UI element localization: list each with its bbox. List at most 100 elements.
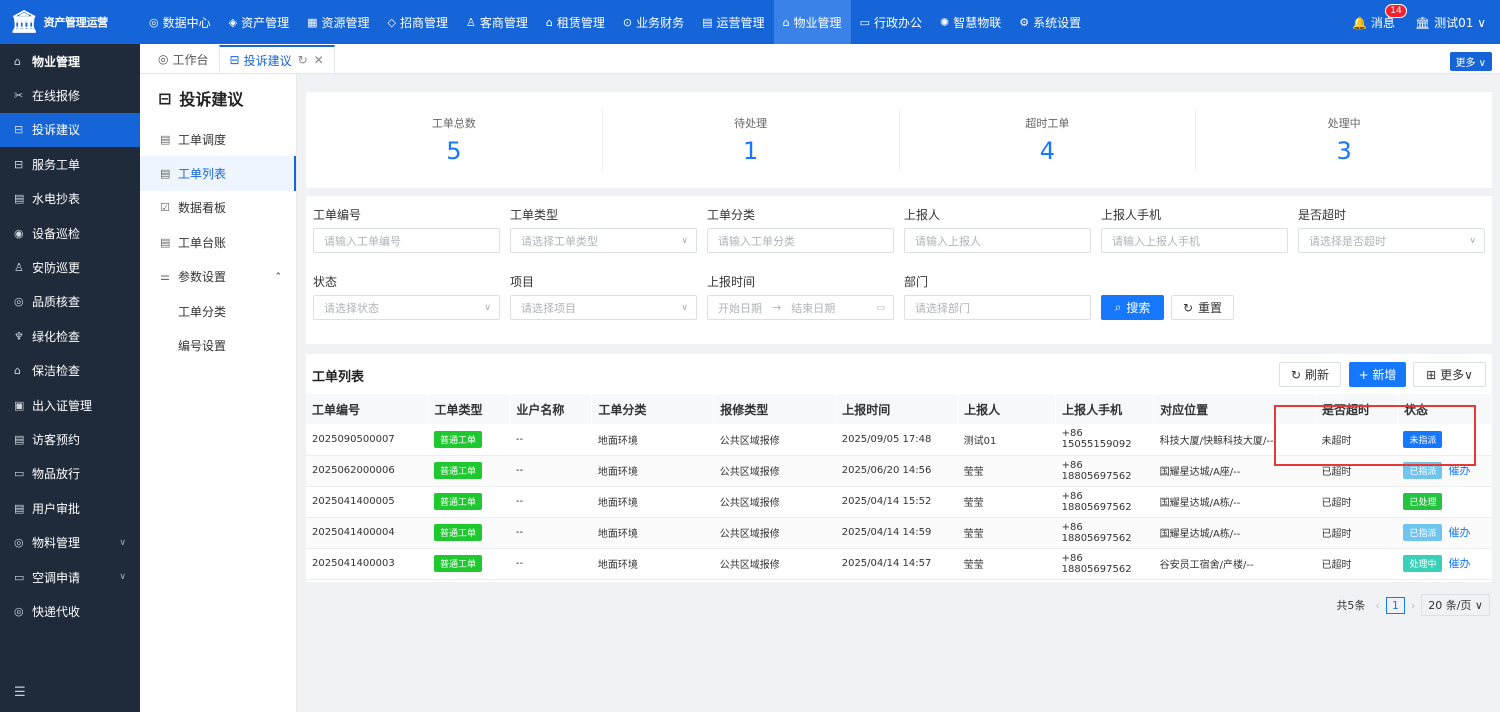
stats-panel: 工单总数 5 待处理 1 超时工单 4 处理中 3 [306,92,1492,188]
sidebar-item-12[interactable]: ▭ 物品放行 [0,457,140,491]
sub-menu-label: 数据看板 [178,201,227,216]
urge-link[interactable]: 催办 [1448,557,1470,570]
column-header: 工单分类 [591,394,715,424]
sidebar-item-5[interactable]: ◉ 设备巡检 [0,216,140,250]
sidebar-item-1[interactable]: ✂ 在线报修 [0,78,140,112]
sidebar-item-14[interactable]: ◎ 物料管理 ∨ [0,525,140,559]
cell-no: 2025090500007 [306,424,428,456]
topnav-item-10[interactable]: ✺ 智慧物联 [931,0,1010,44]
refresh-tab-icon[interactable]: ↻ [298,53,308,67]
sidebar-item-15[interactable]: ▭ 空调申请 ∨ [0,560,140,594]
tab-bar: ◎ 工作台 ⊟ 投诉建议 ↻ ✕ 更多 ∨ [140,44,1500,74]
list-title: 工单列表 [312,370,365,385]
cell-type: 普通工单 [427,517,510,549]
collapse-menu-icon[interactable]: ☰ [14,685,26,700]
cell-owner: -- [509,548,592,580]
sub-menu-label: 参数设置 [178,270,227,285]
topnav-item-11[interactable]: ⚙ 系统设置 [1010,0,1090,44]
stat-card: 超时工单 4 [900,110,1197,170]
type-tag: 普通工单 [433,462,482,479]
topnav-item-7[interactable]: ▤ 运营管理 [693,0,773,44]
order-type-placeholder: 请选择工单类型 [521,234,598,248]
close-tab-icon[interactable]: ✕ [314,53,324,67]
stat-value: 5 [446,137,462,165]
sidebar-item-2[interactable]: ⊟ 投诉建议 [0,112,140,148]
sidebar-item-label: 物业管理 [32,54,81,69]
search-button[interactable]: ⌕ 搜索 [1101,295,1164,320]
stat-label: 处理中 [1327,117,1361,130]
stat-value: 1 [742,137,759,165]
topnav-item-2[interactable]: ▦ 资源管理 [298,0,378,44]
topnav-item-4[interactable]: ♙ 客商管理 [457,0,537,44]
sub-menu-item-4[interactable]: ⚌ 参数设置 ⌃ [140,260,296,294]
reporter-input[interactable]: 请输入上报人 [904,228,1091,253]
user-menu[interactable]: 🏛 测试01 ∨ [1415,14,1486,31]
status-tag: 已处理 [1403,493,1443,510]
table-row[interactable]: 2025041400004 普通工单 -- 地面环境 公共区域报修 2025/04/14 … [306,517,1492,549]
table-row[interactable]: 2025041400005 普通工单 -- 地面环境 公共区域报修 2025/04/14 … [306,486,1492,518]
tab-workbench[interactable]: ◎ 工作台 [148,45,219,73]
refresh-button[interactable]: ↻ 刷新 [1279,362,1341,387]
sidebar-item-16[interactable]: ◎ 快递代收 [0,594,140,628]
topnav-item-3[interactable]: ◇ 招商管理 [379,0,457,44]
sub-menu-item-1[interactable]: ▤ 工单列表 [140,156,296,191]
timeout-select[interactable]: 请选择是否超时 ∨ [1298,228,1485,253]
sub-menu-item-2[interactable]: ☑ 数据看板 [140,191,296,225]
project-select[interactable]: 请选择项目 ∨ [510,295,697,320]
sidebar-item-7[interactable]: ◎ 品质核查 [0,285,140,319]
topnav-item-8[interactable]: ⌂ 物业管理 [773,0,851,44]
gear-icon: ⚙ [1019,15,1030,29]
top-right: 🔔 消息 14 🏛 测试01 ∨ [1352,0,1486,44]
department-input[interactable]: 请选择部门 [904,295,1091,320]
sidebar-item-label: 出入证管理 [32,398,93,413]
topnav-item-9[interactable]: ▭ 行政办公 [851,0,931,44]
topnav-item-6[interactable]: ⊙ 业务财务 [614,0,693,44]
category-input[interactable]: 请输入工单分类 [707,228,894,253]
sidebar-item-0[interactable]: ⌂ 物业管理 [0,44,140,78]
sidebar-item-label: 投诉建议 [32,123,81,138]
filter-label-category: 工单分类 [707,208,756,222]
coin-icon: ⊙ [622,15,633,29]
date-range-picker[interactable]: 开始日期 → 结束日期 ▭ [707,295,894,320]
sub-menu-item-0[interactable]: ▤ 工单调度 [140,122,296,156]
tab-complaints[interactable]: ⊟ 投诉建议 ↻ ✕ [218,45,335,73]
brand[interactable]: 🏛 资产管理运营 [0,0,140,44]
refresh-icon: ↻ [1290,367,1302,382]
sub-menu-item-3[interactable]: ▤ 工单台账 [140,225,296,259]
sidebar-item-8[interactable]: ♆ 绿化检查 [0,319,140,353]
topnav-item-5[interactable]: ⌂ 租赁管理 [537,0,614,44]
messages-button[interactable]: 🔔 消息 14 [1352,3,1407,31]
sidebar-item-10[interactable]: ▣ 出入证管理 [0,388,140,422]
topnav-label: 资源管理 [321,15,370,30]
status-select[interactable]: 请选择状态 ∨ [313,295,500,320]
next-page-icon[interactable]: › [1411,599,1415,612]
topnav-item-0[interactable]: ◎ 数据中心 [140,0,220,44]
order-no-input[interactable]: 请输入工单编号 [313,228,500,253]
list-more-button[interactable]: ⊞ 更多 ∨ [1413,362,1486,387]
dashboard-icon: ◎ [149,15,159,29]
sidebar-item-3[interactable]: ⊟ 服务工单 [0,147,140,181]
filter-label-timeout: 是否超时 [1298,208,1347,222]
sub-menu-item-6[interactable]: 编号设置 [140,328,296,362]
page-size-select[interactable]: 20 条/页 ∨ [1421,594,1490,616]
sidebar-item-13[interactable]: ▤ 用户审批 [0,491,140,525]
sidebar-item-4[interactable]: ▤ 水电抄表 [0,182,140,216]
table-row[interactable]: 2025041400003 普通工单 -- 地面环境 公共区域报修 2025/04/14 … [306,548,1492,580]
sidebar-item-9[interactable]: ⌂ 保洁检查 [0,354,140,388]
prev-page-icon[interactable]: ‹ [1375,599,1379,612]
topnav-label: 资产管理 [241,15,290,30]
urge-link[interactable]: 催办 [1448,526,1470,539]
sidebar-item-6[interactable]: ♙ 安防巡更 [0,250,140,284]
sub-menu-item-5[interactable]: 工单分类 [140,294,296,328]
page-number[interactable]: 1 [1385,596,1405,614]
reporter-phone-input[interactable]: 请输入上报人手机 [1101,228,1288,253]
chevron-down-icon: ∨ [1477,15,1486,30]
add-button[interactable]: + 新增 [1349,362,1406,387]
reset-button[interactable]: ↻ 重置 [1171,295,1234,320]
sidebar-item-11[interactable]: ▤ 访客预约 [0,422,140,456]
tabs-more-button[interactable]: 更多 ∨ [1449,52,1492,71]
order-type-select[interactable]: 请选择工单类型 ∨ [510,228,697,253]
topnav-item-1[interactable]: ◈ 资产管理 [220,0,298,44]
topnav-label: 数据中心 [162,15,211,30]
cell-time: 2025/04/14 14:57 [835,548,958,580]
